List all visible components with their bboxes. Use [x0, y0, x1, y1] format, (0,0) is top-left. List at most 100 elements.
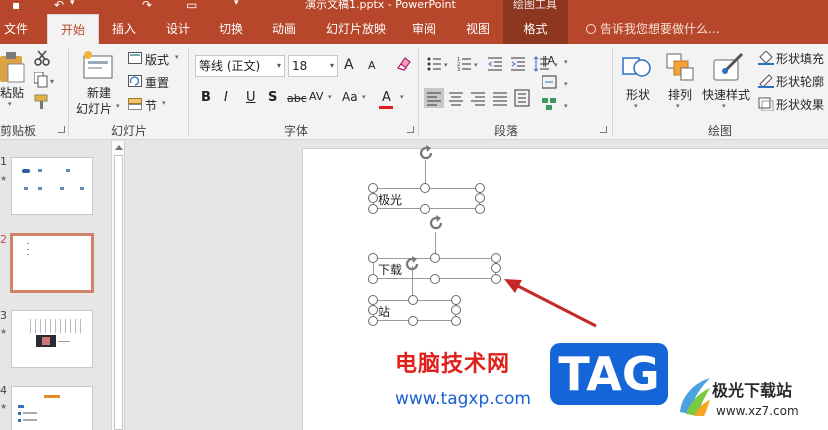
- textbox-2-text[interactable]: 下载: [378, 261, 402, 278]
- bold-button[interactable]: B: [201, 90, 211, 105]
- rotate-handle-icon[interactable]: [416, 143, 436, 163]
- resize-handle[interactable]: [368, 204, 378, 214]
- grow-font-button[interactable]: A: [344, 57, 354, 73]
- clear-formatting-icon[interactable]: [396, 56, 412, 72]
- quick-styles-dropdown-icon[interactable]: ▾: [722, 102, 726, 110]
- font-launcher-icon[interactable]: [407, 126, 414, 133]
- resize-handle[interactable]: [368, 295, 378, 305]
- resize-handle[interactable]: [430, 274, 440, 284]
- shape-effects-icon[interactable]: [758, 97, 774, 111]
- resize-handle[interactable]: [475, 183, 485, 193]
- tell-me-box[interactable]: 告诉我您想要做什么...: [586, 14, 719, 44]
- paste-label[interactable]: 粘贴: [0, 84, 24, 101]
- shape-fill-label[interactable]: 形状填充: [776, 50, 824, 67]
- resize-handle[interactable]: [475, 204, 485, 214]
- char-spacing-button[interactable]: AV: [309, 90, 323, 103]
- italic-button[interactable]: I: [224, 90, 228, 105]
- strikethrough-button[interactable]: abc: [287, 92, 307, 105]
- chevron-down-icon[interactable]: ▾: [277, 56, 281, 76]
- resize-handle[interactable]: [451, 295, 461, 305]
- redo-icon[interactable]: ↷: [142, 0, 152, 12]
- font-name-combobox[interactable]: 等线 (正文) ▾: [195, 55, 285, 77]
- resize-handle[interactable]: [368, 316, 378, 326]
- tab-review[interactable]: 审阅: [404, 14, 444, 44]
- shape-outline-label[interactable]: 形状轮廓: [776, 73, 824, 90]
- resize-handle[interactable]: [408, 316, 418, 326]
- section-dropdown-icon[interactable]: ▾: [162, 99, 166, 107]
- textbox-1-text[interactable]: 极光: [378, 191, 402, 208]
- undo-dropdown-icon[interactable]: ▾: [70, 0, 75, 8]
- tab-file[interactable]: 文件: [0, 14, 32, 44]
- paste-icon[interactable]: [0, 52, 26, 84]
- shape-effects-label[interactable]: 形状效果: [776, 96, 824, 113]
- quick-styles-icon[interactable]: [712, 52, 746, 82]
- pen-icon[interactable]: [758, 74, 774, 88]
- rotate-handle-icon[interactable]: [402, 254, 422, 274]
- shadow-button[interactable]: S: [268, 90, 277, 105]
- resize-handle[interactable]: [420, 183, 430, 193]
- cut-icon[interactable]: [34, 50, 50, 66]
- change-case-button[interactable]: Aa: [342, 90, 358, 104]
- section-label[interactable]: 节: [145, 97, 157, 114]
- new-slide-icon[interactable]: [82, 50, 114, 80]
- save-icon[interactable]: ▪: [12, 0, 20, 12]
- copy-icon[interactable]: ▾: [34, 72, 58, 88]
- resize-handle[interactable]: [451, 316, 461, 326]
- start-presentation-icon[interactable]: ▭: [186, 0, 197, 12]
- format-painter-icon[interactable]: [34, 94, 50, 110]
- font-color-button[interactable]: A: [382, 90, 391, 105]
- rotate-handle-icon[interactable]: [426, 213, 446, 233]
- font-size-combobox[interactable]: 18 ▾: [288, 55, 338, 77]
- shapes-dropdown-icon[interactable]: ▾: [634, 102, 638, 110]
- resize-handle[interactable]: [430, 253, 440, 263]
- arrange-label[interactable]: 排列: [668, 86, 692, 103]
- underline-button[interactable]: U: [246, 90, 256, 105]
- resize-handle[interactable]: [368, 274, 378, 284]
- scrollbar-thumb[interactable]: [114, 155, 123, 430]
- paint-bucket-icon[interactable]: [758, 51, 774, 65]
- new-slide-label-1[interactable]: 新建: [87, 84, 111, 101]
- textbox-3-text[interactable]: 站: [378, 303, 390, 320]
- new-slide-dropdown-icon[interactable]: ▾: [116, 102, 120, 110]
- scroll-up-icon[interactable]: [115, 145, 123, 150]
- resize-handle[interactable]: [491, 263, 501, 273]
- slide-thumbnail-1[interactable]: [11, 157, 93, 215]
- reset-label[interactable]: 重置: [145, 74, 169, 91]
- chevron-down-icon[interactable]: ▾: [400, 93, 404, 101]
- chevron-down-icon[interactable]: ▾: [328, 93, 332, 101]
- layout-icon[interactable]: [128, 52, 142, 64]
- reset-icon[interactable]: [128, 75, 142, 87]
- resize-handle[interactable]: [368, 253, 378, 263]
- clipboard-launcher-icon[interactable]: [58, 126, 65, 133]
- tab-slideshow[interactable]: 幻灯片放映: [318, 14, 394, 44]
- tab-view[interactable]: 视图: [458, 14, 498, 44]
- chevron-down-icon[interactable]: ▾: [330, 56, 334, 76]
- tab-format[interactable]: 格式: [503, 14, 568, 44]
- quick-styles-label[interactable]: 快速样式: [702, 86, 750, 103]
- layout-label[interactable]: 版式: [145, 51, 169, 68]
- new-slide-label-2[interactable]: 幻灯片: [76, 100, 112, 117]
- tab-design[interactable]: 设计: [158, 14, 198, 44]
- tab-animations[interactable]: 动画: [264, 14, 304, 44]
- layout-dropdown-icon[interactable]: ▾: [175, 53, 179, 61]
- paste-dropdown-icon[interactable]: ▾: [8, 100, 12, 108]
- resize-handle[interactable]: [368, 305, 378, 315]
- paragraph-launcher-icon[interactable]: [600, 126, 607, 133]
- undo-icon[interactable]: ↶: [54, 0, 64, 12]
- chevron-down-icon[interactable]: ▾: [362, 93, 366, 101]
- tab-transitions[interactable]: 切换: [211, 14, 251, 44]
- resize-handle[interactable]: [368, 183, 378, 193]
- resize-handle[interactable]: [451, 305, 461, 315]
- tab-home[interactable]: 开始: [47, 14, 99, 44]
- resize-handle[interactable]: [475, 193, 485, 203]
- resize-handle[interactable]: [491, 253, 501, 263]
- thumbnail-scrollbar[interactable]: [111, 141, 125, 430]
- resize-handle[interactable]: [368, 193, 378, 203]
- shapes-icon[interactable]: [622, 52, 652, 82]
- tab-insert[interactable]: 插入: [104, 14, 144, 44]
- resize-handle[interactable]: [408, 295, 418, 305]
- customize-qat-icon[interactable]: ▾: [234, 0, 239, 8]
- arrange-dropdown-icon[interactable]: ▾: [676, 102, 680, 110]
- section-icon[interactable]: [128, 98, 142, 110]
- slide-thumbnail-3[interactable]: [11, 310, 93, 368]
